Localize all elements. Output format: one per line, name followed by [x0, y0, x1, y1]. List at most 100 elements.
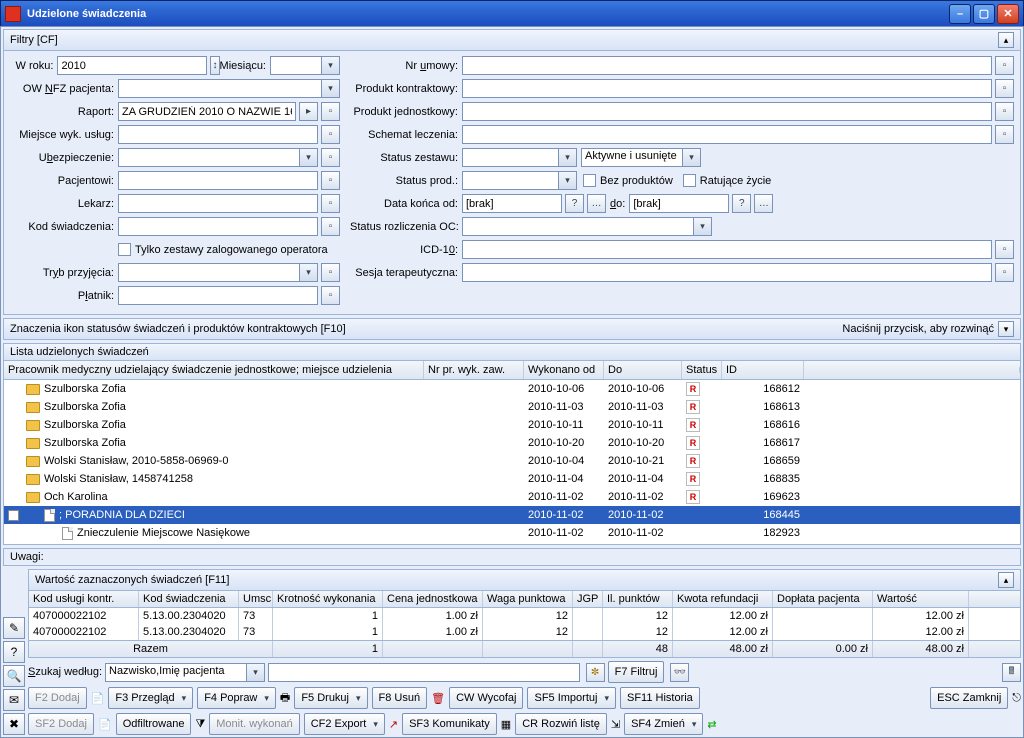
platnik-lookup-icon[interactable]: ▫ [321, 286, 340, 305]
col-id[interactable]: ID [722, 361, 804, 379]
dataod-pick-icon[interactable]: … [587, 194, 606, 213]
values-row[interactable]: 4070000221025.13.00.23040207311.00 zł121… [29, 608, 1020, 624]
nrumowy-input[interactable] [462, 56, 992, 75]
maximize-button[interactable]: ▢ [973, 4, 995, 24]
sesja-lookup-icon[interactable]: ▫ [995, 263, 1014, 282]
f3-przeglad-button[interactable]: F3 Przegląd▾ [108, 687, 193, 709]
sf2-dodaj-button[interactable]: SF2 Dodaj [28, 713, 94, 735]
raport-lookup-icon[interactable]: ▫ [321, 102, 340, 121]
col-to[interactable]: Do [604, 361, 682, 379]
values-col[interactable]: Cena jednostkowa [383, 591, 483, 607]
search-binoculars-icon[interactable]: 👓 [670, 663, 689, 682]
side-help-icon[interactable]: ? [3, 641, 25, 663]
side-edit-icon[interactable]: ✎ [3, 617, 25, 639]
ratujace-checkbox[interactable] [683, 174, 696, 187]
datado-pick-icon[interactable]: … [754, 194, 773, 213]
statusprod-combo[interactable] [462, 171, 577, 190]
table-row[interactable]: Znieczulenie Miejscowe Nasiękowe2010-11-… [4, 542, 1020, 544]
monit-button[interactable]: Monit. wykonań [209, 713, 299, 735]
grid-body[interactable]: Szulborska Zofia2010-10-062010-10-06R168… [4, 380, 1020, 544]
search-gear-icon[interactable]: ✼ [586, 663, 605, 682]
table-row[interactable]: Wolski Stanisław, 14587412582010-11-0420… [4, 470, 1020, 488]
col-status[interactable]: Status [682, 361, 722, 379]
status-expand-icon[interactable]: ▾ [998, 321, 1014, 337]
ubezp-combo[interactable] [118, 148, 318, 167]
values-col[interactable]: Wartość [873, 591, 969, 607]
pacjent-input[interactable] [118, 171, 318, 190]
search-text-input[interactable] [268, 663, 580, 682]
titlebar[interactable]: Udzielone świadczenia – ▢ ✕ [0, 0, 1024, 26]
values-col[interactable]: Waga punktowa [483, 591, 573, 607]
prodkontr-lookup-icon[interactable]: ▫ [995, 79, 1014, 98]
minimize-button[interactable]: – [949, 4, 971, 24]
tryb-lookup-icon[interactable]: ▫ [321, 263, 340, 282]
ubezp-lookup-icon[interactable]: ▫ [321, 148, 340, 167]
table-row[interactable]: −; PORADNIA DLA DZIECI2010-11-022010-11-… [4, 506, 1020, 524]
nrumowy-lookup-icon[interactable]: ▫ [995, 56, 1014, 75]
icd-input[interactable] [462, 240, 992, 259]
table-row[interactable]: Wolski Stanisław, 2010-5858-06969-02010-… [4, 452, 1020, 470]
miejsce-input[interactable] [118, 125, 318, 144]
platnik-input[interactable] [118, 286, 318, 305]
schemat-lookup-icon[interactable]: ▫ [995, 125, 1014, 144]
datado-input[interactable] [629, 194, 729, 213]
schemat-input[interactable] [462, 125, 992, 144]
year-input[interactable] [57, 56, 207, 75]
sesja-input[interactable] [462, 263, 992, 282]
cf2-export-button[interactable]: CF2 Export▾ [304, 713, 385, 735]
close-button[interactable]: ✕ [997, 4, 1019, 24]
datado-clear-icon[interactable]: ? [732, 194, 751, 213]
lekarz-lookup-icon[interactable]: ▫ [321, 194, 340, 213]
tryb-combo[interactable] [118, 263, 318, 282]
f4-popraw-button[interactable]: F4 Popraw▾ [197, 687, 276, 709]
filter-button[interactable]: F7 Filtruj [608, 661, 665, 683]
pacjent-lookup-icon[interactable]: ▫ [321, 171, 340, 190]
side-close-icon[interactable]: ✖ [3, 713, 25, 735]
dataod-input[interactable] [462, 194, 562, 213]
statusrozl-combo[interactable] [462, 217, 712, 236]
side-search-icon[interactable]: 🔍 [3, 665, 25, 687]
values-col[interactable]: Kod usługi kontr. [29, 591, 139, 607]
prodkontr-input[interactable] [462, 79, 992, 98]
f5-drukuj-button[interactable]: F5 Drukuj▾ [294, 687, 367, 709]
cw-wycofaj-button[interactable]: CW Wycofaj [449, 687, 523, 709]
kod-input[interactable] [118, 217, 318, 236]
values-row[interactable]: 4070000221025.13.00.23040207311.00 zł121… [29, 624, 1020, 640]
sf11-historia-button[interactable]: SF11 Historia [620, 687, 700, 709]
values-collapse-icon[interactable]: ▴ [998, 572, 1014, 588]
values-col[interactable]: Krotność wykonania [273, 591, 383, 607]
table-row[interactable]: Szulborska Zofia2010-10-062010-10-06R168… [4, 380, 1020, 398]
ownfz-combo[interactable] [118, 79, 340, 98]
prodjedn-lookup-icon[interactable]: ▫ [995, 102, 1014, 121]
col-nrpr[interactable]: Nr pr. wyk. zaw. [424, 361, 524, 379]
month-combo[interactable] [270, 56, 340, 75]
raport-next-icon[interactable]: ▸ [299, 102, 318, 121]
table-row[interactable]: Szulborska Zofia2010-10-202010-10-20R168… [4, 434, 1020, 452]
table-row[interactable]: Szulborska Zofia2010-10-112010-10-11R168… [4, 416, 1020, 434]
esc-zamknij-button[interactable]: ESC Zamknij [930, 687, 1008, 709]
table-row[interactable]: Och Karolina2010-11-022010-11-02R169623 [4, 488, 1020, 506]
statuszest-combo1[interactable] [462, 148, 577, 167]
collapse-icon[interactable]: − [8, 510, 19, 521]
lekarz-input[interactable] [118, 194, 318, 213]
f8-usun-button[interactable]: F8 Usuń [372, 687, 428, 709]
search-by-combo[interactable]: Nazwisko,Imię pacjenta [105, 663, 265, 682]
f2-dodaj-button[interactable]: F2 Dodaj [28, 687, 87, 709]
prodjedn-input[interactable] [462, 102, 992, 121]
raport-input[interactable] [118, 102, 296, 121]
values-col[interactable]: Kwota refundacji [673, 591, 773, 607]
table-row[interactable]: Znieczulenie Miejscowe Nasiękowe2010-11-… [4, 524, 1020, 542]
col-worker[interactable]: Pracownik medyczny udzielający świadczen… [4, 361, 424, 379]
side-mail-icon[interactable]: ✉ [3, 689, 25, 711]
bezprod-checkbox[interactable] [583, 174, 596, 187]
only-logged-checkbox[interactable] [118, 243, 131, 256]
miejsce-lookup-icon[interactable]: ▫ [321, 125, 340, 144]
values-col[interactable]: JGP [573, 591, 603, 607]
table-row[interactable]: Szulborska Zofia2010-11-032010-11-03R168… [4, 398, 1020, 416]
values-col[interactable]: Kod świadczenia [139, 591, 239, 607]
sf3-komunikaty-button[interactable]: SF3 Komunikaty [402, 713, 497, 735]
dataod-clear-icon[interactable]: ? [565, 194, 584, 213]
statuszest-combo2[interactable]: Aktywne i usunięte [581, 148, 701, 167]
year-spin-icon[interactable]: ↕ [210, 56, 219, 75]
values-col[interactable]: Il. punktów [603, 591, 673, 607]
